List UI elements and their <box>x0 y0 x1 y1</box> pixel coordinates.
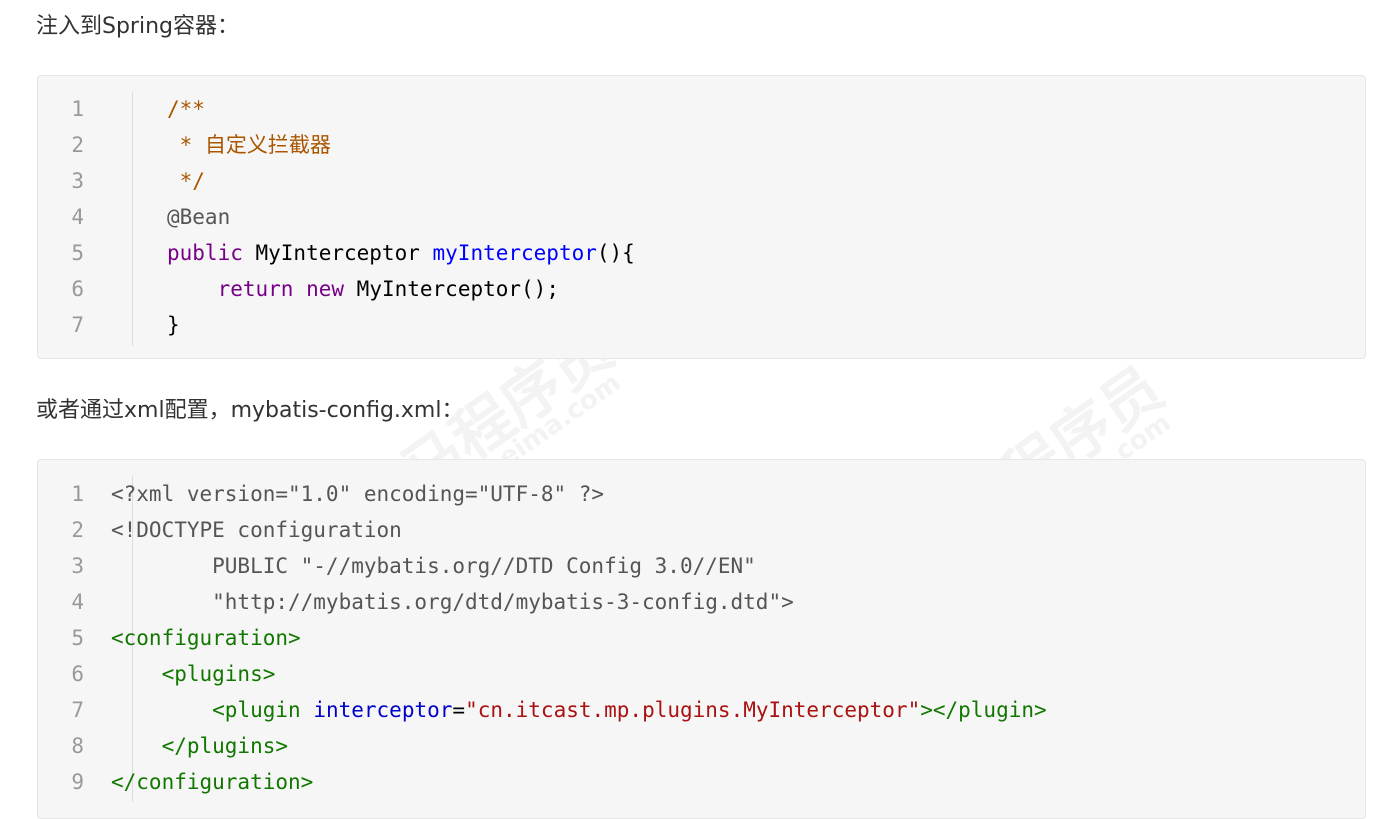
code-line: 8 </plugins> <box>38 728 1367 764</box>
code-line: 5 public MyInterceptor myInterceptor(){ <box>38 235 1367 271</box>
line-number: 3 <box>71 169 84 193</box>
code-text: */ <box>167 163 205 199</box>
code-token-decl: <?xml version="1.0" encoding="UTF-8" ?> <box>111 482 605 506</box>
line-number: 4 <box>71 205 84 229</box>
code-line: 4 "http://mybatis.org/dtd/mybatis-3-conf… <box>38 584 1367 620</box>
code-text: <?xml version="1.0" encoding="UTF-8" ?> <box>111 476 604 512</box>
code-token-keyword: return <box>217 277 294 301</box>
code-token-tag: <configuration> <box>111 626 301 650</box>
code-line: 1 <?xml version="1.0" encoding="UTF-8" ?> <box>38 476 1367 512</box>
code-token-tag: <plugin <box>212 698 301 722</box>
paragraph-inject-spring: 注入到Spring容器： <box>36 14 239 39</box>
line-number: 7 <box>71 313 84 337</box>
code-line: 5 <configuration> <box>38 620 1367 656</box>
code-block-xml: 1 <?xml version="1.0" encoding="UTF-8" ?>… <box>37 459 1366 819</box>
code-line: 6 return new MyInterceptor(); <box>38 271 1367 307</box>
code-token-decl: "http://mybatis.org/dtd/mybatis-3-config… <box>111 590 794 614</box>
code-token-keyword: public <box>167 241 243 265</box>
code-text: </plugins> <box>111 728 288 764</box>
code-token-meta: @Bean <box>167 205 231 229</box>
paragraph-xml-config: 或者通过xml配置，mybatis-config.xml： <box>36 398 464 423</box>
line-number: 6 <box>71 277 84 301</box>
code-token-tag: ></plugin> <box>920 698 1047 722</box>
code-token-plain: MyInterceptor(); <box>344 277 559 301</box>
code-text: } <box>167 307 180 343</box>
line-number: 2 <box>71 133 84 157</box>
code-text: "http://mybatis.org/dtd/mybatis-3-config… <box>111 584 794 620</box>
line-number: 9 <box>71 770 84 794</box>
code-line: 2 <!DOCTYPE configuration <box>38 512 1367 548</box>
code-line: 2 * 自定义拦截器 <box>38 127 1367 163</box>
code-token-comment: */ <box>167 169 205 193</box>
code-token-string: "cn.itcast.mp.plugins.MyInterceptor" <box>465 698 921 722</box>
code-text: <plugin interceptor="cn.itcast.mp.plugin… <box>111 692 1047 728</box>
code-token-plain: MyInterceptor <box>242 241 433 265</box>
line-number: 8 <box>71 734 84 758</box>
code-block-java: 1/** 2 * 自定义拦截器 3 */4 @Bean 5 public MyInterc… <box>37 75 1366 359</box>
code-line: 6 <plugins> <box>38 656 1367 692</box>
code-text: <plugins> <box>111 656 276 692</box>
code-text: </configuration> <box>111 764 313 800</box>
code-line: 3 PUBLIC "-//mybatis.org//DTD Config 3.0… <box>38 548 1367 584</box>
line-number: 5 <box>71 626 84 650</box>
code-token-plain: } <box>167 313 180 337</box>
line-number: 4 <box>71 590 84 614</box>
code-line: 9 </configuration> <box>38 764 1367 800</box>
code-text: /** <box>167 91 205 127</box>
code-token-comment: /** <box>167 97 205 121</box>
code-line: 1 /** <box>38 91 1367 127</box>
code-token-plain: (){ <box>596 241 635 265</box>
line-number: 1 <box>71 97 84 121</box>
line-number: 1 <box>71 482 84 506</box>
code-token-def: myInterceptor <box>432 241 597 265</box>
code-line: 4 @Bean <box>38 199 1367 235</box>
code-text: <configuration> <box>111 620 301 656</box>
code-line: 3 */ <box>38 163 1367 199</box>
line-number: 5 <box>71 241 84 265</box>
code-text: @Bean <box>167 199 230 235</box>
code-token-decl: <!DOCTYPE configuration <box>111 518 402 542</box>
code-line: 7 <plugin interceptor="cn.itcast.mp.plug… <box>38 692 1367 728</box>
code-token-tag: </plugins> <box>161 734 289 758</box>
code-token-tag: <plugins> <box>161 662 276 686</box>
code-token-decl: PUBLIC "-//mybatis.org//DTD Config 3.0//… <box>111 554 756 578</box>
line-number: 7 <box>71 698 84 722</box>
code-text: return new MyInterceptor(); <box>167 271 559 307</box>
code-token-plain: = <box>452 698 466 722</box>
line-number: 2 <box>71 518 84 542</box>
code-token-comment: * 自定义拦截器 <box>167 133 331 157</box>
code-text: * 自定义拦截器 <box>167 127 331 163</box>
code-text: PUBLIC "-//mybatis.org//DTD Config 3.0//… <box>111 548 756 584</box>
code-line: 7} <box>38 307 1367 343</box>
code-text: public MyInterceptor myInterceptor(){ <box>167 235 635 271</box>
code-token-keyword: new <box>306 277 345 301</box>
code-token-tag: </configuration> <box>111 770 314 794</box>
code-token-attr: interceptor <box>313 698 453 722</box>
line-number: 6 <box>71 662 84 686</box>
code-text: <!DOCTYPE configuration <box>111 512 402 548</box>
line-number: 3 <box>71 554 84 578</box>
